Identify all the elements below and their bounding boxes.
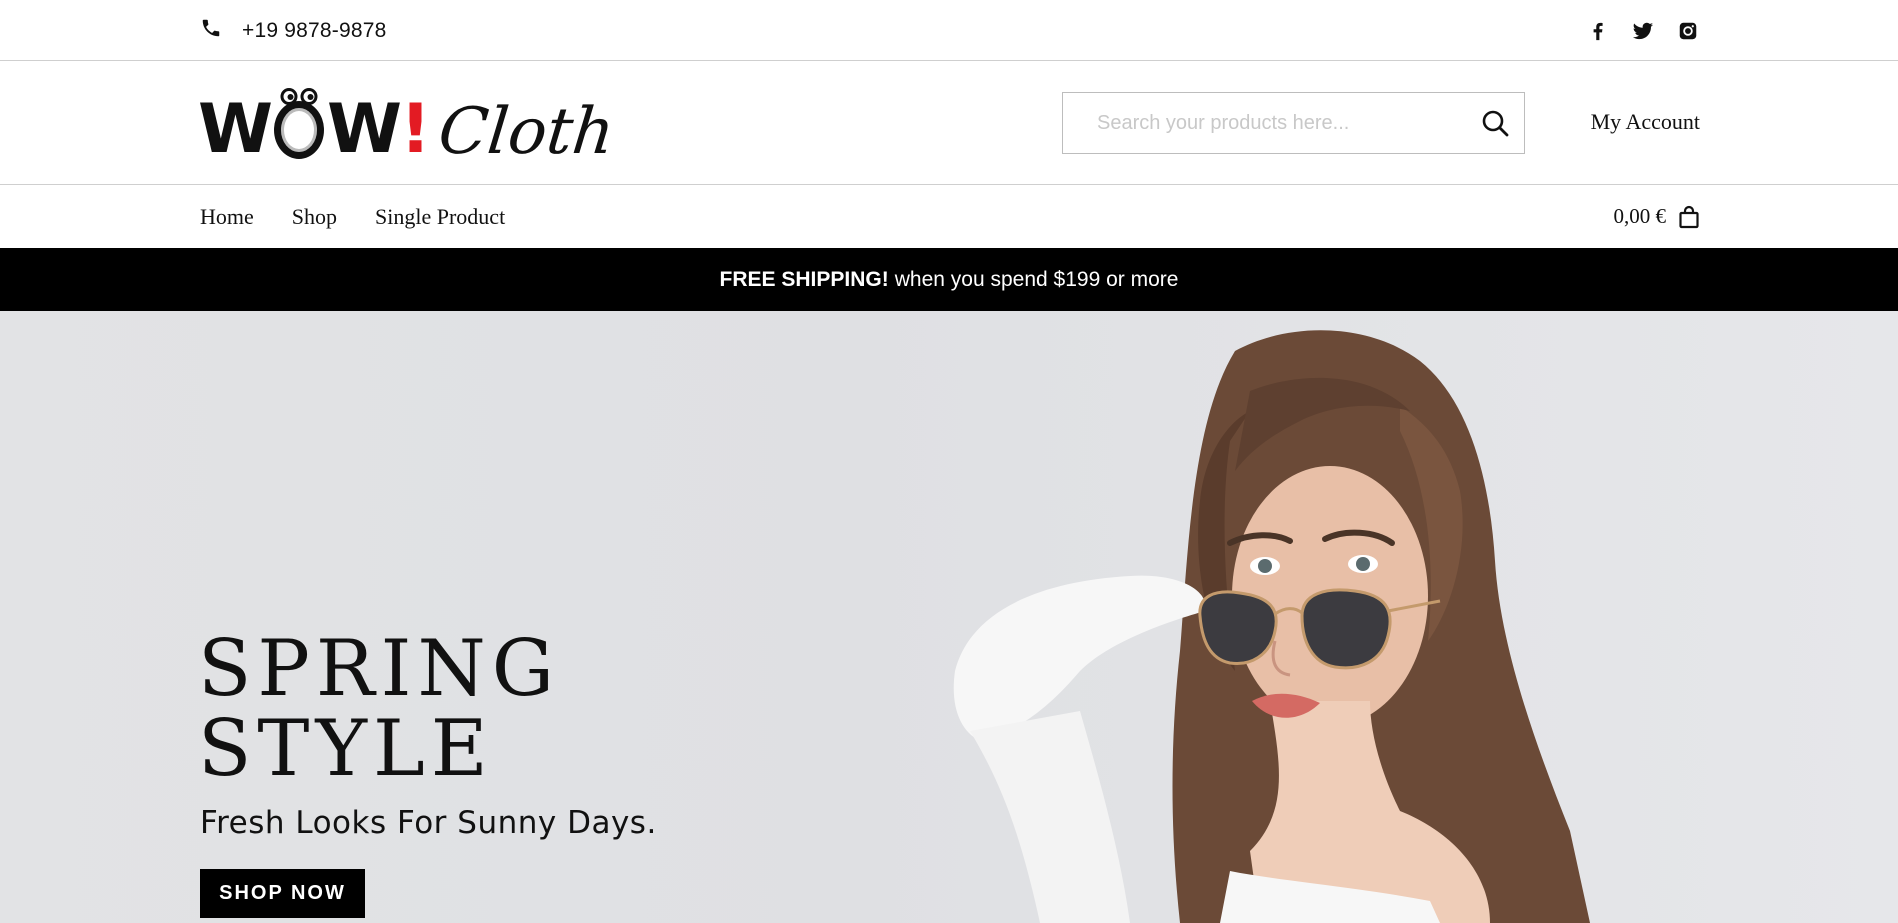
promo-strong: FREE SHIPPING! [719, 267, 889, 291]
phone-number: +19 9878-9878 [242, 19, 387, 42]
cart-total: 0,00 € [1613, 204, 1667, 228]
phone-contact[interactable]: +19 9878-9878 [200, 18, 386, 44]
top-bar: +19 9878-9878 [0, 0, 1898, 61]
twitter-icon[interactable] [1631, 19, 1655, 43]
search-input[interactable] [1063, 93, 1463, 153]
search-icon[interactable] [1480, 108, 1510, 138]
logo-cloth: Cloth [435, 95, 618, 169]
logo-exclamation: ! [400, 90, 431, 169]
nav-item-shop[interactable]: Shop [292, 204, 337, 230]
hero-title: SPRING STYLE [198, 629, 560, 789]
hero-model-image [953, 330, 1590, 923]
hero-subtitle: Fresh Looks For Sunny Days. [200, 805, 657, 841]
logo-eyes-icon [274, 88, 325, 159]
promo-banner: FREE SHIPPING! when you spend $199 or mo… [0, 248, 1898, 311]
nav-item-home[interactable]: Home [200, 204, 254, 230]
logo-letter-w: W [198, 90, 273, 169]
phone-icon [200, 17, 222, 45]
my-account-link[interactable]: My Account [1591, 109, 1700, 135]
promo-text: when you spend $199 or more [894, 267, 1179, 291]
cart-button[interactable]: 0,00 € [1614, 204, 1701, 229]
shopping-bag-icon [1679, 205, 1699, 228]
logo-wow: W W ! [198, 88, 431, 169]
nav-item-single-product[interactable]: Single Product [375, 204, 505, 230]
instagram-icon[interactable] [1676, 19, 1700, 43]
shop-now-button[interactable]: SHOP NOW [200, 869, 365, 918]
hero-title-line1: SPRING [198, 624, 561, 714]
search-box [1062, 92, 1525, 154]
logo-letter-w2: W [327, 90, 402, 169]
facebook-icon[interactable] [1586, 19, 1610, 43]
main-nav: Home Shop Single Product 0,00 € [0, 186, 1898, 248]
hero-section: SPRING STYLE Fresh Looks For Sunny Days.… [0, 311, 1898, 923]
site-logo[interactable]: W W ! Cloth [198, 82, 618, 169]
site-header: W W ! Cloth My Account [0, 62, 1898, 185]
hero-title-line2: STYLE [198, 704, 494, 794]
social-links [1565, 19, 1700, 43]
